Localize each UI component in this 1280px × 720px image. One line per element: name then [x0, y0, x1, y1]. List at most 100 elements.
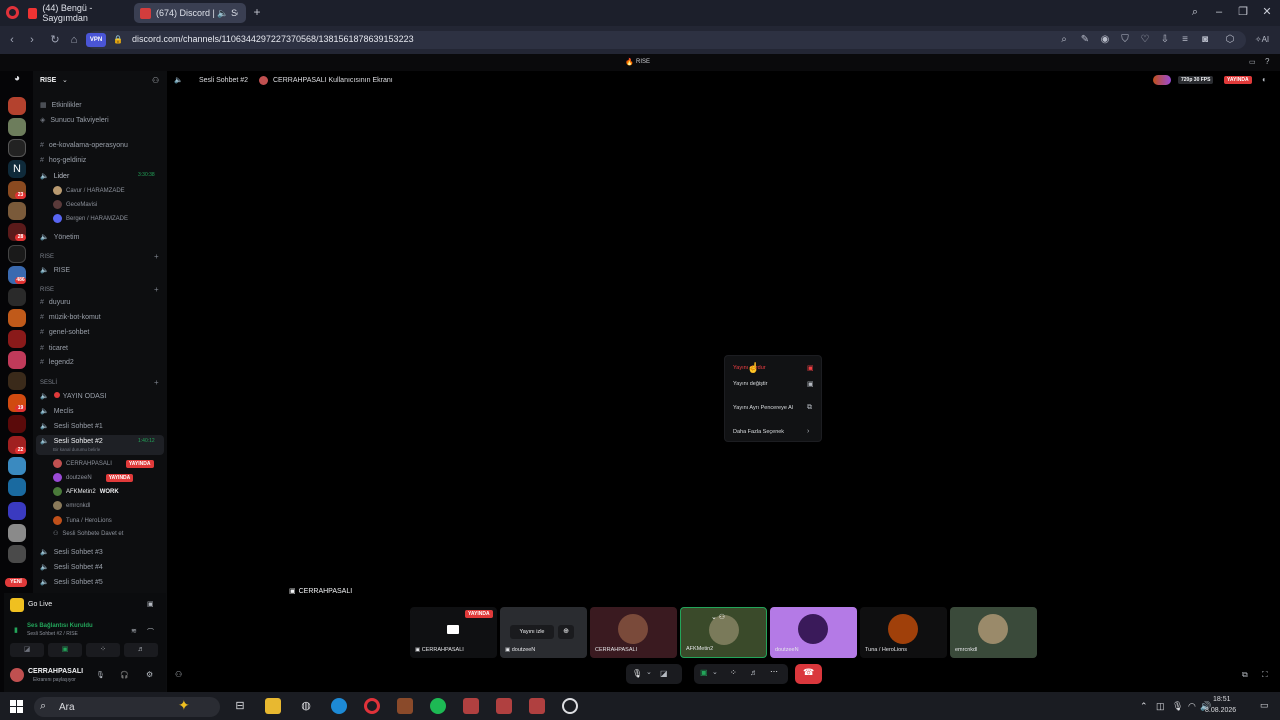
back-icon[interactable]: ‹	[5, 33, 19, 47]
activities-button[interactable]: ⁘	[86, 643, 120, 657]
participant-tile[interactable]: emrcnkdl	[950, 607, 1037, 658]
channel-item[interactable]: # oe-kovalama-operasyonu	[40, 142, 128, 149]
clock-time[interactable]: 18:51	[1213, 696, 1231, 703]
voice-channel-rise[interactable]: 🔈 RISE	[40, 266, 70, 274]
forward-icon[interactable]: ›	[25, 33, 39, 47]
server-icon-17[interactable]	[8, 457, 26, 475]
server-icon-15[interactable]	[8, 415, 26, 433]
search-tabs-icon[interactable]: ⌕	[1188, 5, 1202, 19]
add-channel-icon[interactable]: +	[154, 252, 159, 261]
add-channel-icon[interactable]: +	[154, 285, 159, 294]
channel-item[interactable]: # müzik-bot-komut	[40, 314, 101, 321]
network-icon[interactable]: ◫	[1156, 701, 1165, 712]
clock-date[interactable]: 8.08.2026	[1205, 707, 1236, 714]
screen-share-control[interactable]: ▣ ⌄ ⁘ ♬ ⋯	[694, 664, 788, 684]
voice-user[interactable]: Tuna / HeroLions	[53, 516, 112, 525]
minimize-icon[interactable]: –	[1212, 5, 1226, 19]
game-icon[interactable]	[397, 698, 413, 714]
category-header[interactable]: RISE	[40, 287, 54, 293]
participant-tile[interactable]: ⌄ ⚇ AFKMetin2	[680, 607, 767, 658]
disconnect-icon[interactable]: ⌒	[147, 627, 154, 637]
screen-share-icon[interactable]: ▣	[147, 600, 154, 608]
heart-icon[interactable]: ♡	[1139, 34, 1151, 46]
voice-channel-lider[interactable]: 🔈 Lider	[40, 172, 69, 180]
invite-to-voice[interactable]: ⚇ Sesli Sohbete Davet et	[53, 530, 123, 538]
mic-icon[interactable]: 🎙	[96, 671, 105, 679]
voice-user[interactable]: doutzeeN YAYINDA	[53, 473, 134, 482]
camera-off-button[interactable]: ◪	[10, 643, 44, 657]
server-icon-3[interactable]	[8, 139, 26, 157]
screen-share-button[interactable]: ▣	[48, 643, 82, 657]
server-icon-13[interactable]	[8, 372, 26, 390]
server-icon-18[interactable]	[8, 478, 26, 496]
chat-icon[interactable]: ◐	[1262, 75, 1267, 84]
extensions-icon[interactable]: ⬡	[1224, 34, 1236, 46]
zoom-icon[interactable]: ⊕	[558, 625, 574, 639]
self-name[interactable]: CERRAHPASALI	[28, 668, 83, 675]
download-icon[interactable]: ⇩	[1159, 34, 1171, 46]
server-icon-1[interactable]	[8, 97, 26, 115]
boosts-item[interactable]: ◈ Sunucu Takviyeleri	[40, 116, 109, 124]
new-tab-button[interactable]: +	[251, 6, 263, 18]
wifi-icon[interactable]: ◠	[1188, 701, 1196, 712]
server-icon-6[interactable]	[8, 202, 26, 220]
task-view-icon[interactable]: ⊟	[232, 698, 248, 714]
voice-user[interactable]: emrcnkdl	[53, 501, 90, 510]
server-icon-19[interactable]	[8, 502, 26, 520]
server-icon-rise[interactable]	[8, 309, 26, 327]
opera-icon[interactable]	[364, 698, 380, 714]
opera-logo-icon[interactable]	[6, 6, 19, 19]
mic-control[interactable]: 🎙 ⌄ ◪	[626, 664, 682, 684]
server-icon-21[interactable]	[8, 545, 26, 563]
tile-options-icon[interactable]: ⌄ ⚇	[711, 613, 725, 621]
game-icon[interactable]	[463, 698, 479, 714]
soundboard-button[interactable]: ♬	[124, 643, 158, 657]
file-explorer-icon[interactable]	[265, 698, 281, 714]
mic-tray-icon[interactable]: 🎙	[1172, 701, 1183, 712]
discord-home-icon[interactable]: ◕	[8, 73, 26, 87]
settings-gear-icon[interactable]: ⚙	[146, 670, 153, 679]
invite-users-icon[interactable]: ⚇	[175, 670, 182, 679]
voice-channel[interactable]: 🔈 Meclis	[40, 407, 74, 415]
shield-icon[interactable]: ⛉	[1119, 34, 1131, 46]
game-icon[interactable]	[496, 698, 512, 714]
participant-tile[interactable]: Yayını izle ⊕ ▣ doutzeeN	[500, 607, 587, 658]
voice-channel[interactable]: 🔈 YAYIN ODASI	[40, 392, 106, 400]
channel-item[interactable]: # genel-sohbet	[40, 329, 89, 336]
headphones-icon[interactable]: 🎧	[120, 671, 129, 679]
menu-icon[interactable]: ≡	[1179, 34, 1191, 46]
taskbar-search-placeholder[interactable]: Ara	[59, 702, 75, 713]
add-member-icon[interactable]: ⚇	[152, 76, 159, 85]
help-icon[interactable]: ?	[1265, 57, 1269, 66]
lock-icon[interactable]: 🔒	[111, 33, 125, 47]
reload-icon[interactable]: ↻	[48, 33, 62, 47]
quality-badge[interactable]: 720p 30 FPS	[1178, 76, 1214, 84]
server-icon-2[interactable]	[8, 118, 26, 136]
viewer-avatars[interactable]	[1153, 75, 1171, 85]
self-avatar[interactable]	[10, 668, 24, 682]
profile-icon[interactable]: ◙	[1199, 34, 1211, 46]
connection-title[interactable]: Ses Bağlantısı Kuruldu	[27, 623, 93, 629]
spotify-icon[interactable]	[430, 698, 446, 714]
fullscreen-icon[interactable]: ⛶	[1262, 670, 1268, 680]
app-icon[interactable]: ◍	[298, 698, 314, 714]
inbox-icon[interactable]: ▭	[1249, 58, 1256, 66]
server-icon-20[interactable]	[8, 524, 26, 542]
edge-icon[interactable]	[331, 698, 347, 714]
add-channel-icon[interactable]: +	[154, 378, 159, 387]
vpn-badge[interactable]: VPN	[86, 33, 106, 47]
notification-icon[interactable]: ▭	[1260, 700, 1269, 711]
menu-more-options[interactable]: Daha Fazla Seçenek	[733, 429, 784, 435]
channel-item[interactable]: # legend2	[40, 359, 74, 366]
channel-item[interactable]: # ticaret	[40, 345, 68, 352]
url-text[interactable]: discord.com/channels/1106344297227370568…	[132, 34, 414, 44]
voice-channel-yonetim[interactable]: 🔈 Yönetim	[40, 233, 79, 241]
server-icon-4[interactable]: N	[8, 160, 26, 178]
tab-discord[interactable]: (674) Discord | 🔈 Se	[134, 3, 246, 23]
channel-item[interactable]: # duyuru	[40, 299, 70, 306]
ai-icon[interactable]: ✧AI	[1250, 34, 1274, 46]
voice-user[interactable]: AFKMetin2 WORK	[53, 487, 119, 496]
server-name[interactable]: RISE	[40, 77, 56, 84]
participant-tile[interactable]: Tuna / HeroLions	[860, 607, 947, 658]
edit-icon[interactable]: ✎	[1079, 34, 1091, 46]
